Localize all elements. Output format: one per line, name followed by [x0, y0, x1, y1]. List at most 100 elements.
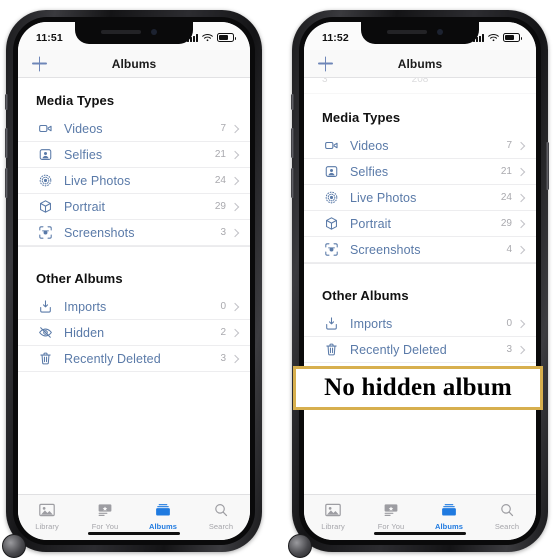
notch [75, 22, 193, 44]
albums-list[interactable]: Media Types Videos 7 Selfies 21 Live Pho… [18, 77, 250, 494]
status-clock: 11:51 [36, 31, 63, 44]
imports-download-icon [36, 298, 54, 316]
list-item-recently-deleted[interactable]: Recently Deleted 3 [304, 337, 536, 363]
phone-bezel: 11:51 Albums Media Types Videos 7 Selfie… [13, 17, 255, 545]
section-header-media-types: Media Types [322, 110, 401, 125]
search-icon [211, 501, 231, 519]
tab-for-you[interactable]: For You [76, 501, 134, 531]
chevron-right-icon [230, 302, 240, 311]
list-item-selfies[interactable]: Selfies 21 [304, 159, 536, 185]
list-item-videos[interactable]: Videos 7 [304, 133, 536, 159]
home-indicator[interactable] [374, 531, 466, 535]
wifi-icon [202, 33, 213, 42]
screenshot-icon [322, 241, 340, 259]
volume-down-button[interactable] [5, 168, 8, 198]
earpiece-speaker-icon [387, 30, 427, 34]
comparison-screenshot: 11:51 Albums Media Types Videos 7 Selfie… [0, 0, 560, 560]
photos-library-icon [37, 501, 57, 519]
list-item-live-photos[interactable]: Live Photos 24 [18, 168, 250, 194]
list-item-label: Recently Deleted [350, 342, 447, 357]
list-item-imports[interactable]: Imports 0 [304, 311, 536, 337]
list-item-selfies[interactable]: Selfies 21 [18, 142, 250, 168]
silent-switch[interactable] [5, 94, 8, 110]
list-item-label: Portrait [350, 216, 392, 231]
earpiece-speaker-icon [101, 30, 141, 34]
list-item-count: 21 [214, 149, 226, 160]
list-item-imports[interactable]: Imports 0 [18, 294, 250, 320]
tab-for-you[interactable]: For You [362, 501, 420, 531]
video-camera-icon [322, 137, 340, 155]
list-item-count: 24 [500, 192, 512, 203]
list-item-recently-deleted[interactable]: Recently Deleted 3 [18, 346, 250, 372]
screenshot-icon [36, 224, 54, 242]
list-item-label: Videos [64, 121, 103, 136]
battery-icon [217, 33, 236, 42]
tab-albums[interactable]: Albums [420, 501, 478, 531]
partially-scrolled-row: 3 208 [304, 77, 536, 94]
chevron-right-icon [516, 141, 526, 150]
trash-icon [322, 341, 340, 359]
albums-icon [439, 501, 459, 519]
selfie-person-icon [322, 163, 340, 181]
tab-label: For You [91, 522, 119, 531]
chevron-right-icon [516, 193, 526, 202]
selfie-person-icon [36, 146, 54, 164]
phone-screen: 11:52 Albums 3 208 Media Types Videos 7 … [304, 22, 536, 540]
phone-right: 11:52 Albums 3 208 Media Types Videos 7 … [288, 10, 549, 558]
trash-icon [36, 350, 54, 368]
live-photo-icon [36, 172, 54, 190]
page-title: Albums [111, 56, 157, 71]
photos-library-icon [323, 501, 343, 519]
list-item-label: Screenshots [350, 242, 421, 257]
volume-up-button[interactable] [5, 128, 8, 158]
list-item-live-photos[interactable]: Live Photos 24 [304, 185, 536, 211]
list-item-count: 2 [220, 327, 226, 338]
tab-label: Albums [148, 522, 178, 531]
phone-screen: 11:51 Albums Media Types Videos 7 Selfie… [18, 22, 250, 540]
albums-list[interactable]: 3 208 Media Types Videos 7 Selfies 21 Li… [304, 77, 536, 494]
list-item-screenshots[interactable]: Screenshots 3 [18, 220, 250, 246]
chevron-right-icon [230, 150, 240, 159]
volume-up-button[interactable] [291, 128, 294, 158]
list-item-screenshots[interactable]: Screenshots 4 [304, 237, 536, 263]
live-photo-icon [322, 189, 340, 207]
list-item-videos[interactable]: Videos 7 [18, 116, 250, 142]
list-item-portrait[interactable]: Portrait 29 [304, 211, 536, 237]
add-album-button[interactable] [32, 56, 47, 71]
list-item-count: 3 [506, 344, 512, 355]
front-camera-icon [151, 29, 157, 35]
chevron-right-icon [230, 228, 240, 237]
add-album-button[interactable] [318, 56, 333, 71]
tab-albums[interactable]: Albums [134, 501, 192, 531]
list-item-hidden[interactable]: Hidden 2 [18, 320, 250, 346]
tab-search[interactable]: Search [192, 501, 250, 531]
chevron-right-icon [516, 219, 526, 228]
list-item-label: Live Photos [350, 190, 417, 205]
tab-label: Library [35, 522, 59, 531]
annotation-text: No hidden album [324, 374, 512, 401]
silent-switch[interactable] [291, 94, 294, 110]
home-indicator[interactable] [88, 531, 180, 535]
tab-library[interactable]: Library [18, 501, 76, 531]
imports-download-icon [322, 315, 340, 333]
chevron-right-icon [516, 167, 526, 176]
nav-bar: Albums [304, 50, 536, 78]
volume-down-button[interactable] [291, 168, 294, 198]
power-button[interactable] [546, 142, 549, 190]
section-divider [18, 246, 250, 257]
status-indicators [473, 33, 522, 42]
search-icon [497, 501, 517, 519]
tab-label: Search [208, 522, 234, 531]
section-divider [304, 263, 536, 274]
status-clock: 11:52 [322, 31, 349, 44]
video-camera-icon [36, 120, 54, 138]
list-item-count: 3 [220, 227, 226, 238]
tab-label: Search [494, 522, 520, 531]
list-item-count: 21 [500, 166, 512, 177]
tab-library[interactable]: Library [304, 501, 362, 531]
list-item-portrait[interactable]: Portrait 29 [18, 194, 250, 220]
list-item-count: 29 [214, 201, 226, 212]
chevron-right-icon [230, 176, 240, 185]
ghost-count-center: 208 [411, 77, 429, 85]
tab-search[interactable]: Search [478, 501, 536, 531]
